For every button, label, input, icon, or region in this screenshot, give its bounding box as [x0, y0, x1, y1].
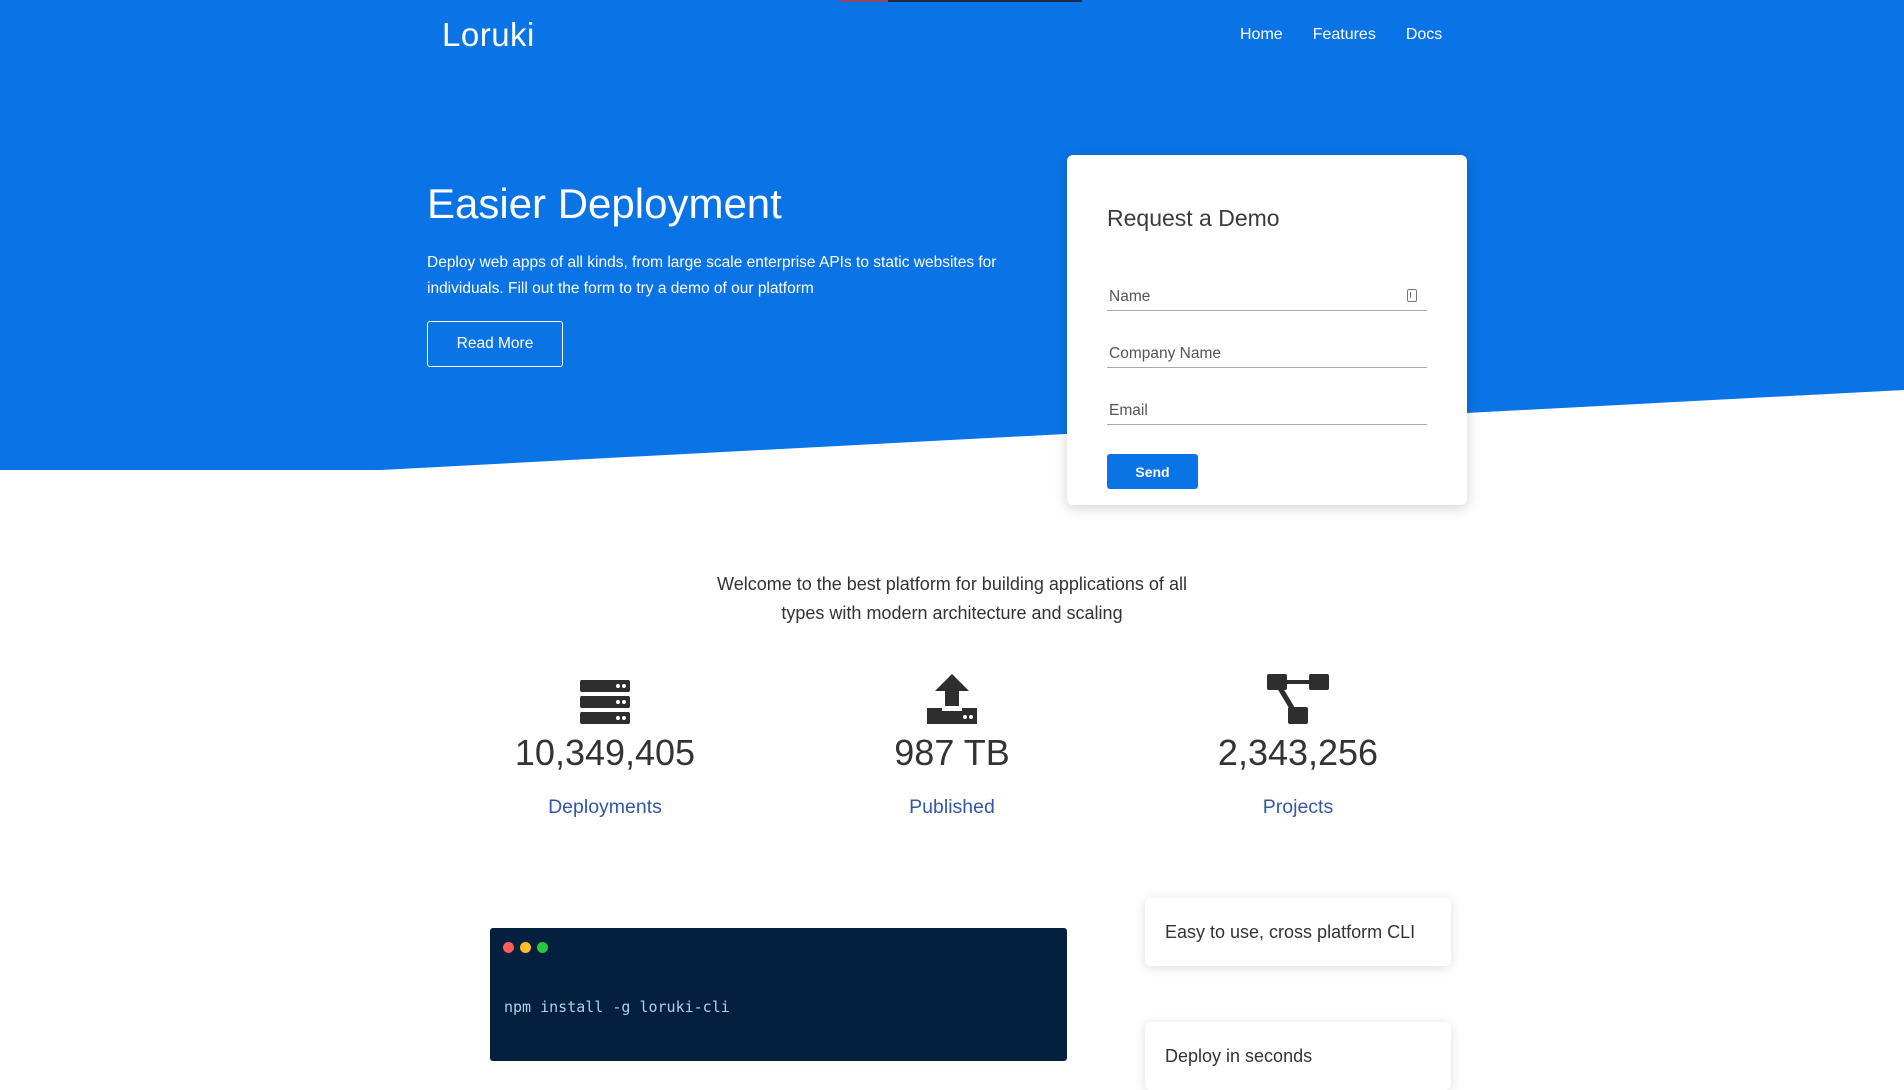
project-diagram-icon [1148, 672, 1448, 724]
server-icon [455, 672, 755, 724]
autofill-icon[interactable] [1407, 289, 1417, 302]
read-more-button[interactable]: Read More [427, 321, 563, 367]
name-input[interactable] [1107, 283, 1427, 311]
upload-icon [802, 672, 1102, 724]
hero-title: Easier Deployment [427, 180, 782, 227]
send-button[interactable]: Send [1107, 454, 1198, 489]
demo-form-title: Request a Demo [1107, 205, 1280, 231]
welcome-text: Welcome to the best platform for buildin… [717, 574, 1187, 623]
company-name-input[interactable] [1107, 340, 1427, 368]
nav-docs[interactable]: Docs [1406, 26, 1442, 44]
stat-published: 987 TB Published [802, 672, 1102, 819]
nav-home[interactable]: Home [1240, 26, 1283, 44]
terminal-command: npm install -g loruki-cli [504, 998, 730, 1016]
close-dot-icon [503, 942, 514, 953]
feature-label: Deploy in seconds [1165, 1045, 1313, 1066]
stat-projects: 2,343,256 Projects [1148, 672, 1448, 819]
stat-deployments: 10,349,405 Deployments [455, 672, 755, 819]
request-demo-card: Request a Demo Send [1067, 155, 1467, 505]
feature-card-cli: Easy to use, cross platform CLI [1145, 898, 1451, 966]
stat-value: 2,343,256 [1217, 732, 1379, 773]
email-input[interactable] [1107, 397, 1427, 425]
feature-label: Easy to use, cross platform CLI [1165, 921, 1416, 942]
main-nav: Home Features Docs [1240, 26, 1442, 44]
stat-label: Projects [1262, 796, 1334, 818]
nav-features[interactable]: Features [1313, 26, 1376, 44]
maximize-dot-icon [537, 942, 548, 953]
minimize-dot-icon [520, 942, 531, 953]
terminal-window: npm install -g loruki-cli [490, 928, 1067, 1061]
stat-value: 10,349,405 [514, 732, 696, 773]
stat-label: Deployments [548, 796, 662, 818]
stat-label: Published [909, 796, 995, 818]
hero-background [0, 0, 1904, 470]
logo: Loruki [442, 16, 535, 53]
top-accent-bar [840, 0, 1082, 2]
stat-value: 987 TB [894, 732, 1010, 773]
hero-description: Deploy web apps of all kinds, from large… [427, 254, 997, 297]
